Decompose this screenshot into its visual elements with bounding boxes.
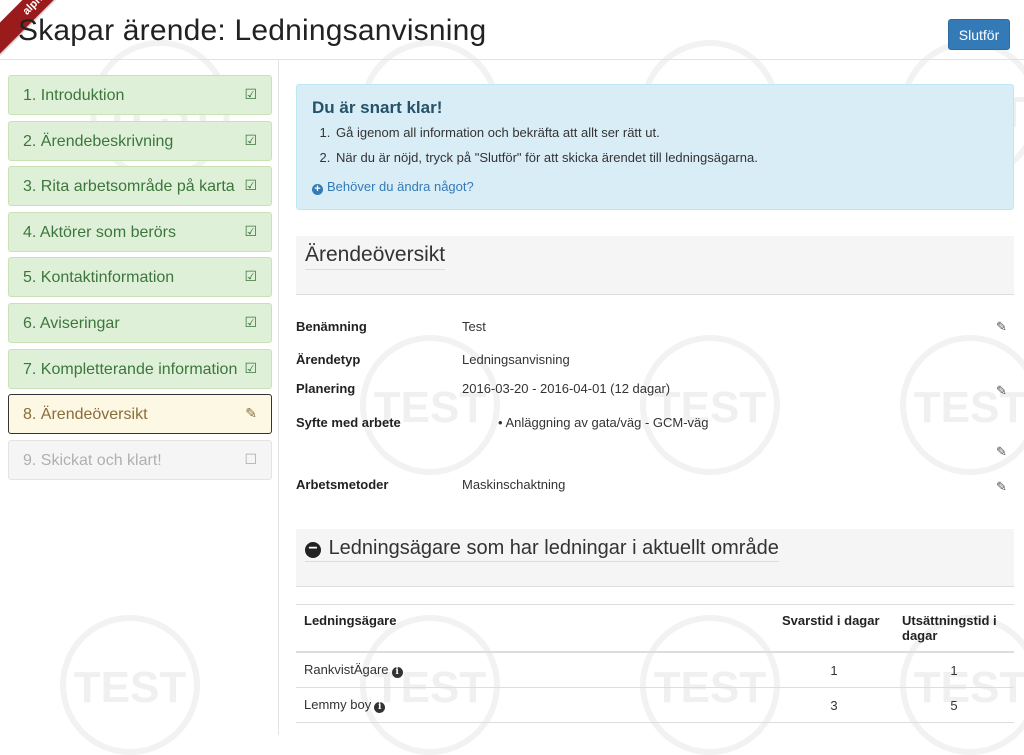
check-square-icon: ☑ bbox=[244, 222, 257, 239]
info-icon[interactable]: i bbox=[374, 702, 386, 713]
check-square-icon: ☑ bbox=[244, 268, 257, 285]
alert-list: Gå igenom all information och bekräfta a… bbox=[334, 125, 758, 175]
response-days: 1 bbox=[774, 652, 894, 688]
owner-name: RankvistÄgare i bbox=[296, 652, 774, 688]
field-label: Ärendetyp bbox=[296, 352, 361, 367]
step-label: 8. Ärendeöversikt bbox=[23, 406, 148, 424]
check-square-icon: ☑ bbox=[244, 313, 257, 330]
step-label: 6. Aviseringar bbox=[23, 314, 120, 332]
step-label: 7. Kompletterande information bbox=[23, 360, 238, 378]
alert-item: När du är nöjd, tryck på "Slutför" för a… bbox=[334, 150, 758, 165]
almost-done-alert: Du är snart klar! Gå igenom all informat… bbox=[296, 84, 1014, 210]
table-row: RankvistÄgare i 1 1 bbox=[296, 652, 1014, 688]
empty-square-icon: ☐ bbox=[244, 450, 257, 467]
owners-title: − Ledningsägare som har ledningar i aktu… bbox=[305, 537, 779, 562]
owner-name: Lemmy boy i bbox=[296, 687, 774, 723]
step-label: 5. Kontaktinformation bbox=[23, 269, 175, 287]
header-divider bbox=[0, 59, 1024, 60]
step-case-description[interactable]: 2. Ärendebeskrivning ☑ bbox=[8, 120, 272, 161]
owners-header[interactable]: − Ledningsägare som har ledningar i aktu… bbox=[296, 529, 1014, 587]
step-label: 3. Rita arbetsområde på karta bbox=[23, 178, 235, 196]
step-case-overview[interactable]: 8. Ärendeöversikt ✎ bbox=[8, 394, 272, 435]
owners-table: Ledningsägare Svarstid i dagar Utsättnin… bbox=[296, 604, 1014, 723]
field-value: Ledningsanvisning bbox=[462, 352, 570, 367]
edit-icon[interactable]: ✎ bbox=[996, 383, 1007, 399]
step-label: 1. Introduktion bbox=[23, 87, 125, 104]
edit-icon[interactable]: ✎ bbox=[996, 319, 1007, 335]
overview-title: Ärendeöversikt bbox=[305, 243, 446, 270]
plus-circle-icon: + bbox=[312, 184, 323, 195]
step-label: 9. Skickat och klart! bbox=[23, 451, 162, 469]
field-label: Benämning bbox=[296, 319, 367, 334]
step-contact-info[interactable]: 5. Kontaktinformation ☑ bbox=[8, 257, 272, 298]
col-setout-time: Utsättningstid i dagar bbox=[894, 604, 1014, 653]
field-label: Syfte med arbete bbox=[296, 415, 401, 430]
wizard-steps: 1. Introduktion ☑ 2. Ärendebeskrivning ☑… bbox=[8, 75, 272, 485]
step-notifications[interactable]: 6. Aviseringar ☑ bbox=[8, 302, 272, 343]
response-days: 3 bbox=[774, 687, 894, 723]
table-header-row: Ledningsägare Svarstid i dagar Utsättnin… bbox=[296, 604, 1014, 653]
field-label: Arbetsmetoder bbox=[296, 477, 389, 492]
field-label: Planering bbox=[296, 381, 356, 396]
edit-icon[interactable]: ✎ bbox=[996, 444, 1007, 460]
edit-icon: ✎ bbox=[245, 405, 257, 422]
sidebar-divider bbox=[278, 60, 279, 735]
watermark bbox=[60, 615, 200, 755]
step-label: 4. Aktörer som berörs bbox=[23, 223, 176, 241]
minus-circle-icon: − bbox=[305, 541, 321, 558]
finish-button[interactable]: Slutför bbox=[948, 19, 1010, 50]
field-value: Test bbox=[462, 319, 486, 334]
info-icon[interactable]: i bbox=[391, 667, 403, 678]
check-square-icon: ☑ bbox=[244, 86, 257, 102]
edit-icon[interactable]: ✎ bbox=[996, 479, 1007, 495]
setout-days: 1 bbox=[894, 652, 1014, 688]
page-title: Skapar ärende: Ledningsanvisning bbox=[18, 14, 487, 47]
overview-header: Ärendeöversikt bbox=[296, 236, 1014, 295]
field-value: 2016-03-20 - 2016-04-01 (12 dagar) bbox=[462, 381, 671, 396]
field-value: Maskinschaktning bbox=[462, 477, 566, 492]
step-actors[interactable]: 4. Aktörer som berörs ☑ bbox=[8, 211, 272, 252]
step-label: 2. Ärendebeskrivning bbox=[23, 132, 174, 150]
alert-title: Du är snart klar! bbox=[312, 98, 443, 117]
setout-days: 5 bbox=[894, 687, 1014, 723]
watermark bbox=[640, 335, 780, 475]
check-square-icon: ☑ bbox=[244, 359, 257, 376]
alert-item: Gå igenom all information och bekräfta a… bbox=[334, 125, 758, 140]
step-sent-done: 9. Skickat och klart! ☐ bbox=[8, 439, 272, 480]
change-something-link[interactable]: + Behöver du ändra något? bbox=[312, 179, 474, 195]
col-response-time: Svarstid i dagar bbox=[774, 604, 894, 653]
col-owner: Ledningsägare bbox=[296, 604, 774, 653]
step-draw-work-area[interactable]: 3. Rita arbetsområde på karta ☑ bbox=[8, 166, 272, 207]
table-row: Lemmy boy i 3 5 bbox=[296, 687, 1014, 723]
step-introduction[interactable]: 1. Introduktion ☑ bbox=[8, 75, 272, 115]
step-additional-info[interactable]: 7. Kompletterande information ☑ bbox=[8, 348, 272, 389]
check-square-icon: ☑ bbox=[244, 131, 257, 148]
field-value: • Anläggning av gata/väg - GCM-väg bbox=[498, 415, 709, 430]
check-square-icon: ☑ bbox=[244, 177, 257, 194]
